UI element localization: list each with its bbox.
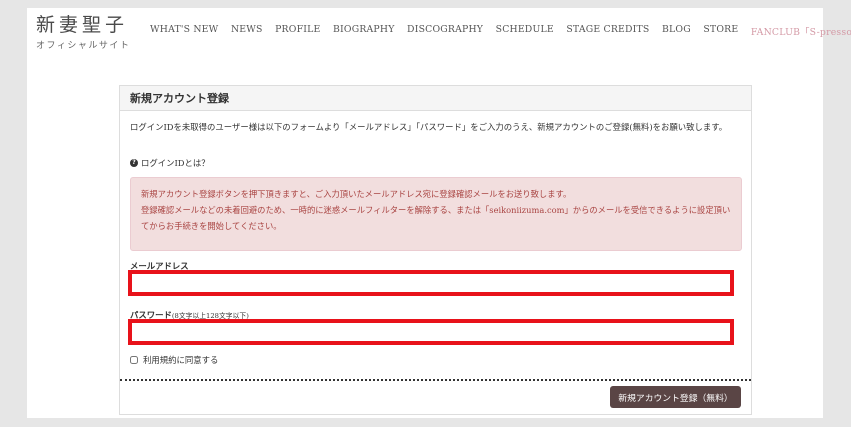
nav-item-discography[interactable]: DISCOGRAPHY [407, 24, 483, 38]
logo-title: 新妻聖子 [36, 14, 129, 36]
intro-text: ログインIDを未取得のユーザー様は以下のフォームより「メールアドレス」「パスワー… [130, 122, 728, 132]
nav-item-blog[interactable]: BLOG [662, 24, 691, 38]
form-divider [120, 379, 751, 381]
nav-item-news[interactable]: NEWS [231, 24, 263, 38]
site-logo[interactable]: 新妻聖子 オフィシャルサイト [36, 14, 130, 51]
page: 新妻聖子 オフィシャルサイト WHAT'S NEW NEWS PROFILE B… [27, 8, 851, 418]
email-field[interactable] [128, 270, 734, 296]
agree-terms[interactable]: 利用規約に同意する [130, 354, 218, 366]
agree-terms-label: 利用規約に同意する [143, 355, 219, 365]
logo-subtitle: オフィシャルサイト [36, 41, 131, 51]
nav-item-schedule[interactable]: SCHEDULE [496, 24, 554, 38]
question-circle-icon: ? [130, 159, 138, 167]
nav-item-profile[interactable]: PROFILE [275, 24, 320, 38]
register-account-button[interactable]: 新規アカウント登録（無料） [610, 386, 741, 408]
nav-item-stage-credits[interactable]: STAGE CREDITS [566, 24, 649, 38]
agree-terms-checkbox[interactable] [130, 356, 138, 364]
login-id-help-link[interactable]: ? ログインIDとは？ [130, 157, 210, 169]
nav-item-whats-new[interactable]: WHAT'S NEW [150, 24, 218, 38]
password-field[interactable] [128, 319, 734, 345]
alert-line-1: 新規アカウント登録ボタンを押下頂きますと、ご入力頂いたメールアドレス宛に登録確認… [141, 189, 572, 199]
main-nav: WHAT'S NEW NEWS PROFILE BIOGRAPHY DISCOG… [150, 24, 851, 38]
panel-title: 新規アカウント登録 [130, 92, 229, 105]
alert-line-2: 登録確認メールなどの未着回避のため、一時的に迷惑メールフィルターを解除する、また… [141, 205, 731, 231]
nav-item-fanclub[interactable]: FANCLUB「S-presso!」 [751, 24, 851, 38]
nav-item-store[interactable]: STORE [703, 24, 738, 38]
nav-item-biography[interactable]: BIOGRAPHY [333, 24, 395, 38]
registration-panel: 新規アカウント登録 ログインIDを未取得のユーザー様は以下のフォームより「メール… [119, 85, 752, 415]
notice-alert: 新規アカウント登録ボタンを押下頂きますと、ご入力頂いたメールアドレス宛に登録確認… [130, 177, 742, 251]
help-link-label: ログインIDとは？ [141, 158, 210, 168]
panel-header: 新規アカウント登録 [120, 86, 751, 111]
